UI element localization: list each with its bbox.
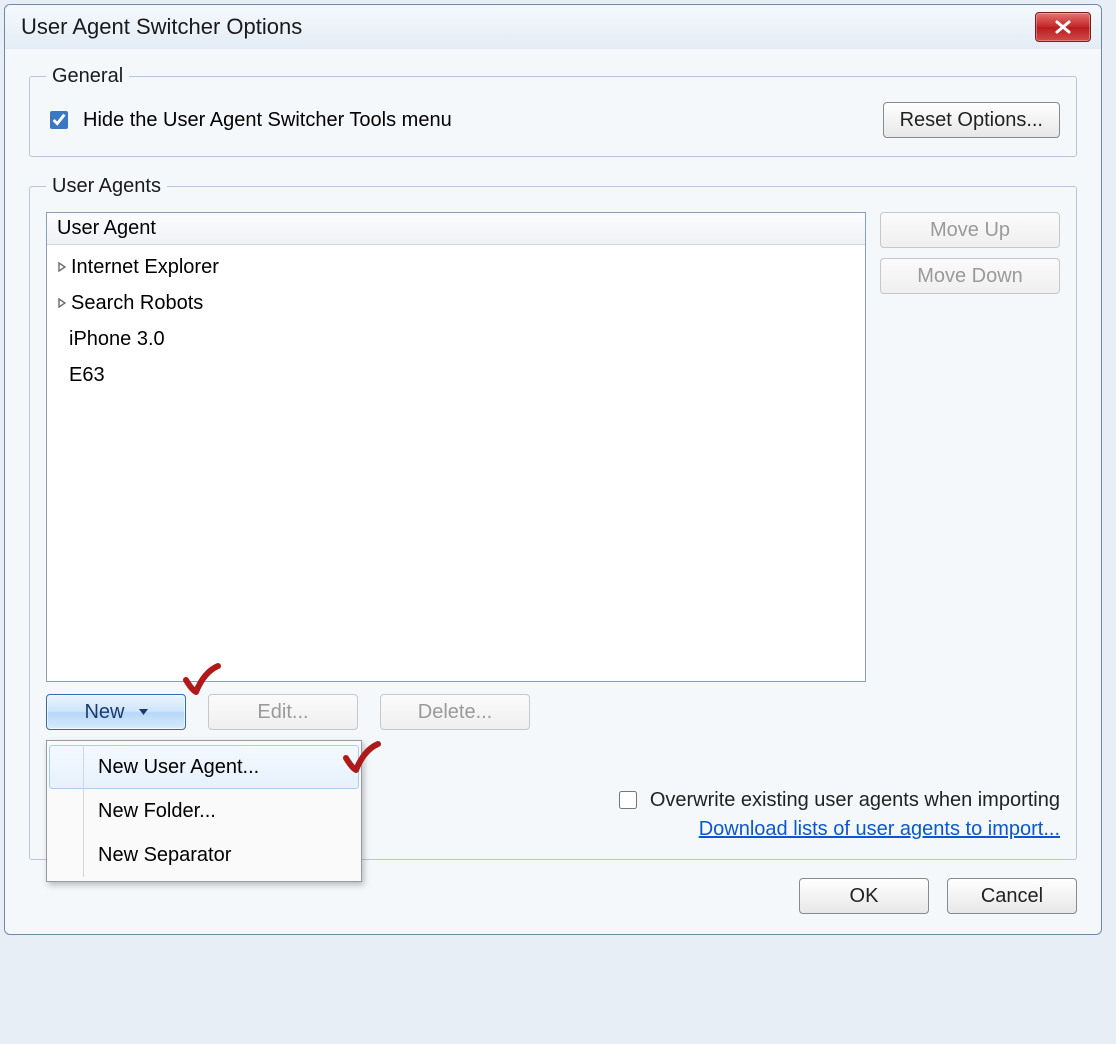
user-agents-group: User Agents User Agent Internet Explorer: [29, 175, 1077, 860]
close-icon: [1053, 20, 1073, 34]
dropdown-arrow-icon: [139, 709, 148, 715]
options-dialog: User Agent Switcher Options General Hide…: [4, 4, 1102, 935]
expand-triangle-icon[interactable]: [55, 262, 69, 272]
titlebar: User Agent Switcher Options: [5, 5, 1101, 49]
cancel-button[interactable]: Cancel: [947, 878, 1077, 914]
list-item-label: E63: [69, 359, 105, 391]
list-item-label: iPhone 3.0: [69, 323, 165, 355]
move-up-button[interactable]: Move Up: [880, 212, 1060, 248]
list-item[interactable]: iPhone 3.0: [47, 321, 865, 357]
dialog-buttons: OK Cancel: [29, 878, 1077, 914]
reorder-buttons: Move Up Move Down: [880, 212, 1060, 682]
close-button[interactable]: [1035, 12, 1091, 42]
user-agents-legend: User Agents: [46, 175, 167, 198]
move-down-button[interactable]: Move Down: [880, 258, 1060, 294]
list-item-label: Search Robots: [71, 287, 203, 319]
new-button-label: New: [84, 701, 124, 724]
menu-gutter: [83, 745, 84, 877]
general-group: General Hide the User Agent Switcher Too…: [29, 65, 1077, 157]
ok-button[interactable]: OK: [799, 878, 929, 914]
new-button[interactable]: New: [46, 694, 186, 730]
delete-button[interactable]: Delete...: [380, 694, 530, 730]
hide-tools-menu-label: Hide the User Agent Switcher Tools menu: [83, 109, 871, 132]
general-legend: General: [46, 65, 129, 88]
user-agent-rows: Internet Explorer Search Robots iPhone 3…: [47, 245, 865, 397]
expand-triangle-icon[interactable]: [55, 298, 69, 308]
menu-item-new-separator[interactable]: New Separator: [49, 833, 359, 877]
user-agents-column-header[interactable]: User Agent: [47, 213, 865, 245]
list-item[interactable]: Search Robots: [47, 285, 865, 321]
menu-item-new-folder[interactable]: New Folder...: [49, 789, 359, 833]
window-title: User Agent Switcher Options: [21, 14, 1035, 40]
edit-button[interactable]: Edit...: [208, 694, 358, 730]
client-area: General Hide the User Agent Switcher Too…: [5, 49, 1101, 934]
list-item[interactable]: E63: [47, 357, 865, 393]
menu-item-new-user-agent[interactable]: New User Agent...: [49, 745, 359, 789]
new-menu: New User Agent... New Folder... New Sepa…: [46, 740, 362, 882]
download-lists-link[interactable]: Download lists of user agents to import.…: [699, 818, 1060, 841]
list-item[interactable]: Internet Explorer: [47, 249, 865, 285]
overwrite-checkbox[interactable]: [619, 791, 637, 809]
list-action-buttons: New Edit... Delete... New User Agent... …: [46, 694, 1060, 730]
reset-options-button[interactable]: Reset Options...: [883, 102, 1060, 138]
user-agents-list[interactable]: User Agent Internet Explorer: [46, 212, 866, 682]
overwrite-label: Overwrite existing user agents when impo…: [650, 789, 1060, 812]
list-item-label: Internet Explorer: [71, 251, 219, 283]
hide-tools-menu-checkbox[interactable]: [50, 111, 68, 129]
